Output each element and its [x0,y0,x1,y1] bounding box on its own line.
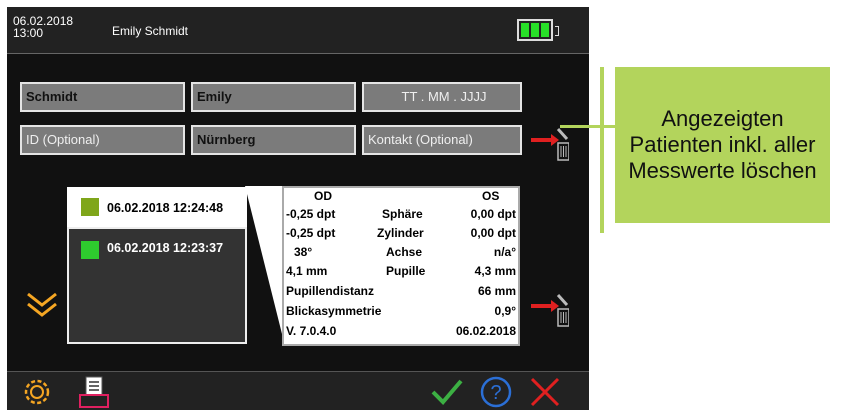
city-field[interactable]: Nürnberg [191,125,356,155]
os-value: 0,00 dpt [470,226,516,240]
delete-measurement-button[interactable] [529,287,569,329]
asym-value: 0,9° [494,304,516,318]
pd-label: Pupillendistanz [286,284,375,298]
callout-text: Angezeigten Patienten inkl. aller Messwe… [628,106,817,183]
od-value: 38° [294,245,313,259]
version-label: V. 7.0.4.0 [286,324,337,338]
measurement-item-selected[interactable]: 06.02.2018 12:23:37 [67,227,247,344]
device-screen: 06.02.2018 13:00 Emily Schmidt Schmidt E… [7,7,589,410]
id-field[interactable]: ID (Optional) [20,125,185,155]
report-icon[interactable] [77,375,111,409]
result-row: V. 7.0.4.0 06.02.2018 [284,324,518,342]
os-value: n/a° [493,245,516,259]
result-row: 4,1 mm Pupille 4,3 mm [284,264,518,282]
callout-connector [560,125,618,128]
pd-value: 66 mm [477,284,516,298]
od-value: 4,1 mm [286,264,328,278]
measurement-list: 06.02.2018 12:24:48 06.02.2018 12:23:37 [67,187,247,344]
header-od: OD [314,189,332,203]
selection-connector [245,186,285,346]
measurement-timestamp: 06.02.2018 12:23:37 [107,241,224,255]
asym-label: Blickasymmetrie [286,304,382,318]
first-name-field[interactable]: Emily [191,82,356,112]
os-value: 4,3 mm [474,264,516,278]
result-row: Blickasymmetrie 0,9° [284,304,518,322]
contact-field[interactable]: Kontakt (Optional) [362,125,522,155]
datetime: 06.02.2018 13:00 [13,15,73,39]
check-icon[interactable] [430,378,464,406]
time-text: 13:00 [13,26,44,40]
callout-box: Angezeigten Patienten inkl. aller Messwe… [615,67,830,223]
battery-icon [517,19,553,41]
os-value: 0,00 dpt [470,207,516,221]
result-row: -0,25 dpt Zylinder 0,00 dpt [284,226,518,244]
measurement-color-swatch [81,241,99,259]
results-table: OD OS -0,25 dpt Sphäre 0,00 dpt -0,25 dp… [282,186,520,346]
row-label: Zylinder [377,226,424,240]
header-os: OS [482,189,500,203]
last-name-field[interactable]: Schmidt [20,82,185,112]
row-label: Sphäre [382,207,423,221]
row-label: Achse [386,245,423,259]
version-date: 06.02.2018 [455,324,516,338]
help-icon[interactable]: ? [479,375,513,409]
result-row: 38° Achse n/a° [284,245,518,263]
od-value: -0,25 dpt [286,207,336,221]
top-bar: 06.02.2018 13:00 Emily Schmidt [7,7,589,54]
callout-bracket [600,67,604,233]
battery-tip [555,26,559,36]
svg-text:?: ? [490,382,501,404]
result-row: Pupillendistanz 66 mm [284,284,518,302]
result-row: -0,25 dpt Sphäre 0,00 dpt [284,207,518,225]
patient-name: Emily Schmidt [112,24,189,38]
settings-icon[interactable] [21,376,53,408]
birthdate-field[interactable]: TT . MM . JJJJ [362,82,522,112]
measurement-item[interactable]: 06.02.2018 12:24:48 [67,187,247,227]
row-label: Pupille [386,264,426,278]
close-icon[interactable] [528,375,562,409]
measurement-timestamp: 06.02.2018 12:24:48 [107,201,224,215]
od-value: -0,25 dpt [286,226,336,240]
measurement-color-swatch [81,198,99,216]
bottom-bar: ? [7,371,589,410]
chevron-down-icon[interactable] [25,291,59,321]
